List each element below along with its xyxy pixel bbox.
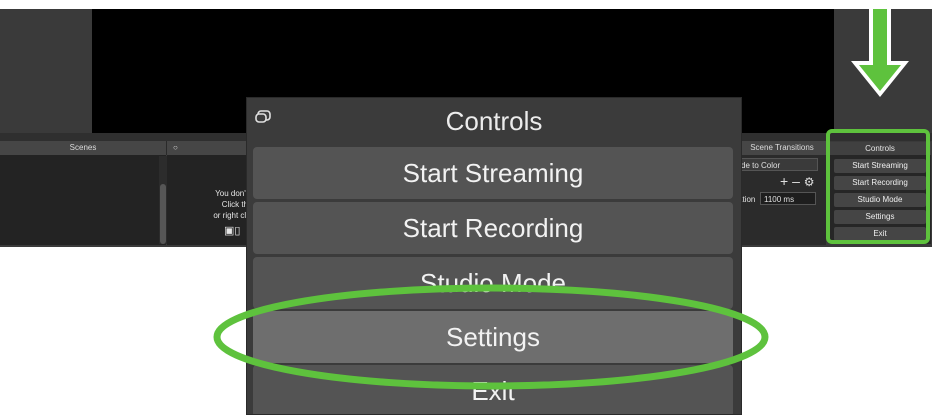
settings-highlight-ellipse: [213, 284, 769, 390]
gear-icon[interactable]: ⚙: [804, 175, 815, 189]
plus-icon[interactable]: +: [780, 173, 788, 189]
transition-buttons: + – ⚙: [780, 174, 815, 189]
hint-line: You don't: [215, 189, 248, 198]
hint-line: or right cli: [213, 211, 248, 220]
controls-highlight-box: [826, 129, 930, 244]
scrollbar-thumb[interactable]: [160, 184, 166, 244]
start-streaming-button[interactable]: Start Streaming: [253, 147, 733, 199]
sources-empty-hint: You don't Click th or right cli: [176, 188, 248, 221]
transitions-dock-header: Scene Transitions: [738, 141, 827, 155]
scenes-scrollbar[interactable]: [159, 156, 167, 244]
scenes-dock-header: Scenes: [0, 141, 167, 155]
down-arrow-icon: [851, 9, 909, 97]
transition-select[interactable]: de to Color: [738, 158, 818, 171]
controls-title: Controls: [445, 106, 543, 136]
scenes-list[interactable]: [0, 155, 166, 245]
sources-dock-header: ○: [167, 141, 247, 155]
image-source-icon: ▣▯: [224, 225, 241, 237]
duration-input[interactable]: 1100 ms: [760, 192, 816, 205]
start-recording-button[interactable]: Start Recording: [253, 202, 733, 254]
minus-icon[interactable]: –: [792, 173, 800, 189]
hint-line: Click th: [221, 200, 248, 209]
float-icon[interactable]: ○: [173, 143, 178, 152]
